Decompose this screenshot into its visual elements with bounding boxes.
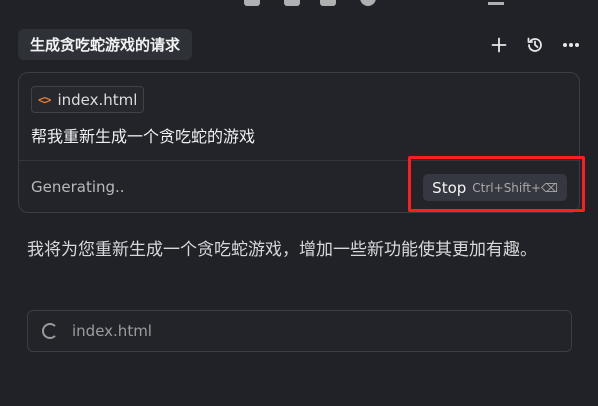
attached-file-chip[interactable]: <> index.html — [31, 86, 145, 113]
prompt-card: <> index.html 帮我重新生成一个贪吃蛇的游戏 Generating.… — [18, 72, 580, 213]
generating-file-name: index.html — [72, 322, 152, 340]
generating-file-row[interactable]: index.html — [27, 310, 572, 352]
stop-button[interactable]: Stop Ctrl+Shift+⌫ — [423, 174, 567, 201]
chat-panel: 生成贪吃蛇游戏的请求 <> index.html 帮我重新生成一个贪吃蛇的游戏 … — [0, 0, 598, 406]
attached-file-name: index.html — [57, 90, 138, 109]
layout-icon[interactable] — [244, 0, 260, 6]
card-divider — [19, 160, 579, 161]
settings-icon[interactable] — [360, 0, 376, 6]
split-icon[interactable] — [320, 0, 336, 6]
code-icon: <> — [38, 92, 51, 107]
stop-label: Stop — [432, 178, 467, 197]
header-actions — [488, 33, 582, 57]
top-toolbar-clipped — [0, 0, 598, 6]
minimize-icon[interactable] — [488, 2, 504, 5]
more-icon[interactable] — [560, 34, 582, 56]
assistant-response: 我将为您重新生成一个贪吃蛇游戏，增加一些新功能使其更加有趣。 — [27, 240, 537, 260]
panel-icon[interactable] — [284, 0, 300, 6]
history-icon[interactable] — [524, 34, 546, 56]
prompt-text: 帮我重新生成一个贪吃蛇的游戏 — [31, 127, 256, 146]
stop-shortcut: Ctrl+Shift+⌫ — [472, 180, 558, 195]
plus-icon[interactable] — [488, 34, 510, 56]
generating-status: Generating.. — [31, 178, 125, 196]
conversation-title: 生成贪吃蛇游戏的请求 — [18, 29, 193, 60]
spinner-icon — [42, 323, 58, 339]
